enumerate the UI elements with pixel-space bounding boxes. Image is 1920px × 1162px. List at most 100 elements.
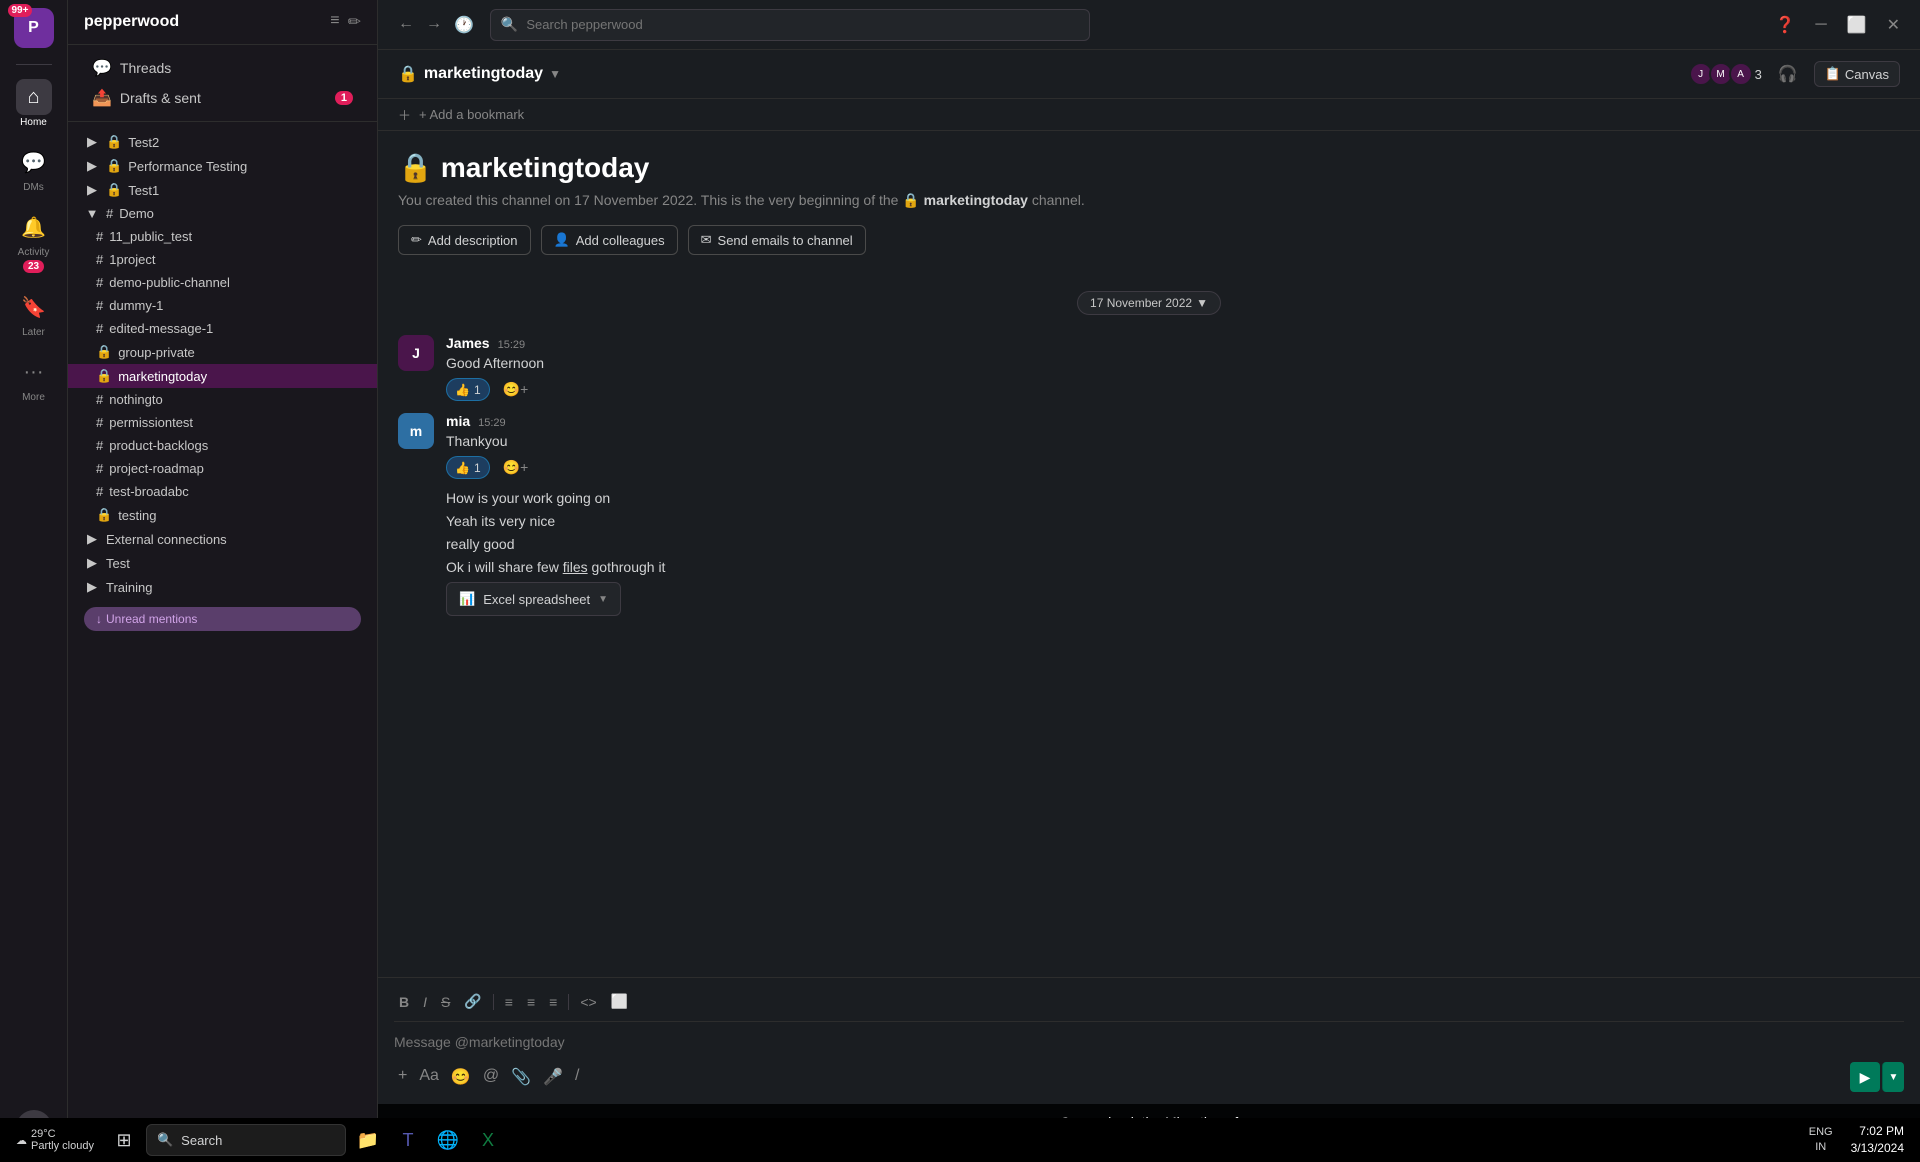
minimize-icon[interactable]: ─	[1811, 12, 1830, 38]
forward-button[interactable]: →	[422, 11, 446, 39]
sidebar-item-training[interactable]: ▶ Training	[68, 575, 377, 599]
sidebar-item-dummy1[interactable]: # dummy-1	[68, 294, 377, 317]
lock-icon-testing: 🔒	[96, 507, 112, 523]
avatar-mia: m	[398, 413, 434, 449]
rail-home[interactable]: ⌂ Home	[0, 73, 67, 134]
sidebar-item-1project[interactable]: # 1project	[68, 248, 377, 271]
later-label: Later	[22, 327, 45, 338]
canvas-button[interactable]: 📋 Canvas	[1814, 61, 1900, 87]
attach-button[interactable]: +	[394, 1063, 411, 1091]
sidebar-item-nothingto[interactable]: # nothingto	[68, 388, 377, 411]
search-bar[interactable]: 🔍	[490, 9, 1090, 41]
emoji-button[interactable]: 😊	[447, 1063, 475, 1091]
add-reaction-mia[interactable]: 😊+	[494, 456, 538, 479]
taskbar-search[interactable]: 🔍 Search	[146, 1124, 346, 1156]
hash-icon-roadmap: #	[96, 461, 103, 476]
rail-more[interactable]: ··· More	[0, 348, 67, 409]
audio-button[interactable]: 🎤	[539, 1063, 567, 1091]
sidebar-item-test1[interactable]: ▶ 🔒 Test1	[68, 178, 377, 202]
rail-dms[interactable]: 💬 DMs	[0, 138, 67, 199]
add-description-button[interactable]: ✏ Add description	[398, 225, 531, 255]
filter-icon[interactable]: ≡	[330, 12, 339, 32]
sidebar-item-test-group[interactable]: ▶ Test	[68, 551, 377, 575]
sidebar-item-roadmap[interactable]: # project-roadmap	[68, 457, 377, 480]
code-button[interactable]: <>	[575, 991, 601, 1013]
send-button[interactable]: ▶	[1850, 1062, 1880, 1092]
unordered-list-button[interactable]: ≡	[522, 991, 540, 1013]
sidebar-item-marketingtoday[interactable]: 🔒 marketingtoday	[68, 364, 377, 388]
hash-icon-nothingto: #	[96, 392, 103, 407]
strikethrough-button[interactable]: S	[436, 991, 455, 1013]
search-input[interactable]	[526, 17, 1079, 32]
close-icon[interactable]: ✕	[1883, 11, 1904, 39]
intro-lock-icon: 🔒	[398, 151, 433, 184]
date-separator: 17 November 2022 ▼	[398, 291, 1900, 315]
main-content: ← → 🕐 🔍 ❓ ─ ⬜ ✕ 🔒 marketingtoday ▼	[378, 0, 1920, 1162]
send-emails-button[interactable]: ✉ Send emails to channel	[688, 225, 866, 255]
workspace-name[interactable]: pepperwood	[84, 13, 179, 31]
channel-header: 🔒 marketingtoday ▼ J M A 3 🎧 📋 Canvas	[378, 50, 1920, 99]
taskbar-file-icon[interactable]: 📁	[350, 1122, 386, 1158]
sidebar-item-test2[interactable]: ▶ 🔒 Test2	[68, 130, 377, 154]
italic-button[interactable]: I	[418, 991, 432, 1013]
sidebar-item-permtest[interactable]: # permissiontest	[68, 411, 377, 434]
test-group-label: Test	[106, 556, 130, 571]
unread-mentions-button[interactable]: ↓ Unread mentions	[84, 607, 361, 631]
sidebar-item-demo-public[interactable]: # demo-public-channel	[68, 271, 377, 294]
rail-later[interactable]: 🔖 Later	[0, 283, 67, 344]
bold-button[interactable]: B	[394, 991, 414, 1013]
sidebar-item-performance-testing[interactable]: ▶ 🔒 Performance Testing	[68, 154, 377, 178]
taskbar-browser-icon[interactable]: 🌐	[430, 1122, 466, 1158]
canvas-label: Canvas	[1845, 67, 1889, 82]
add-colleagues-button[interactable]: 👤 Add colleagues	[541, 225, 678, 255]
video-button[interactable]: 📎	[507, 1063, 535, 1091]
bookmark-bar[interactable]: ＋ + Add a bookmark	[378, 99, 1920, 131]
headphones-icon[interactable]: 🎧	[1774, 60, 1802, 88]
channel-title[interactable]: marketingtoday	[424, 65, 543, 83]
history-button[interactable]: 🕐	[450, 11, 478, 39]
channel-label-edited: edited-message-1	[109, 321, 213, 336]
format-button[interactable]: Aa	[415, 1063, 443, 1091]
maximize-icon[interactable]: ⬜	[1843, 11, 1871, 39]
file-attachment[interactable]: 📊 Excel spreadsheet ▼	[446, 582, 621, 616]
composer-input[interactable]	[394, 1030, 1904, 1054]
composer: B I S 🔗 ≡ ≡ ≡ <> ⬜ + Aa 😊 @ 📎	[378, 977, 1920, 1104]
add-reaction-james[interactable]: 😊+	[494, 378, 538, 401]
reaction-mia-thumbsup[interactable]: 👍 1	[446, 456, 490, 479]
lock-icon-test2: 🔒	[106, 134, 122, 150]
send-dropdown-button[interactable]: ▼	[1882, 1062, 1904, 1092]
member-count[interactable]: 3	[1755, 67, 1762, 82]
sidebar-item-testbroadabc[interactable]: # test-broadabc	[68, 480, 377, 503]
windows-button[interactable]: ⊞	[106, 1122, 142, 1158]
help-icon[interactable]: ❓	[1771, 11, 1799, 39]
compose-icon[interactable]: ✏	[348, 12, 361, 32]
sidebar-item-group-private[interactable]: 🔒 group-private	[68, 340, 377, 364]
mention-button[interactable]: @	[479, 1063, 503, 1091]
rail-activity[interactable]: 🔔 Activity 23	[0, 203, 67, 279]
sidebar-item-threads[interactable]: 💬 Threads	[76, 53, 369, 83]
reaction-james-thumbsup[interactable]: 👍 1	[446, 378, 490, 401]
sidebar-item-testing[interactable]: 🔒 testing	[68, 503, 377, 527]
taskbar-teams-icon[interactable]: T	[390, 1122, 426, 1158]
sidebar-nav: 💬 Threads 📤 Drafts & sent 1	[68, 45, 377, 122]
indent-button[interactable]: ≡	[544, 991, 562, 1013]
back-button[interactable]: ←	[394, 11, 418, 39]
sidebar-item-edited[interactable]: # edited-message-1	[68, 317, 377, 340]
icon-rail: 99+ P ⌂ Home 💬 DMs 🔔 Activity 23 🔖 Later…	[0, 0, 68, 1162]
workspace-button[interactable]: 99+ P	[14, 8, 54, 48]
ordered-list-button[interactable]: ≡	[500, 991, 518, 1013]
sidebar-item-external[interactable]: ▶ External connections	[68, 527, 377, 551]
composer-toolbar: B I S 🔗 ≡ ≡ ≡ <> ⬜	[394, 990, 1904, 1022]
date-chevron-icon: ▼	[1196, 296, 1208, 310]
block-button[interactable]: ⬜	[606, 990, 633, 1013]
topbar-right: ❓ ─ ⬜ ✕	[1771, 11, 1904, 39]
link-button[interactable]: 🔗	[459, 990, 486, 1013]
clock-display: 7:02 PM 3/13/2024	[1843, 1123, 1912, 1157]
slash-button[interactable]: /	[571, 1063, 583, 1091]
date-badge[interactable]: 17 November 2022 ▼	[1077, 291, 1221, 315]
sidebar-item-drafts[interactable]: 📤 Drafts & sent 1	[76, 83, 369, 113]
sidebar-item-demo[interactable]: ▼ # Demo	[68, 202, 377, 225]
taskbar-excel-icon[interactable]: X	[470, 1122, 506, 1158]
sidebar-item-11public[interactable]: # 11_public_test	[68, 225, 377, 248]
sidebar-item-product[interactable]: # product-backlogs	[68, 434, 377, 457]
